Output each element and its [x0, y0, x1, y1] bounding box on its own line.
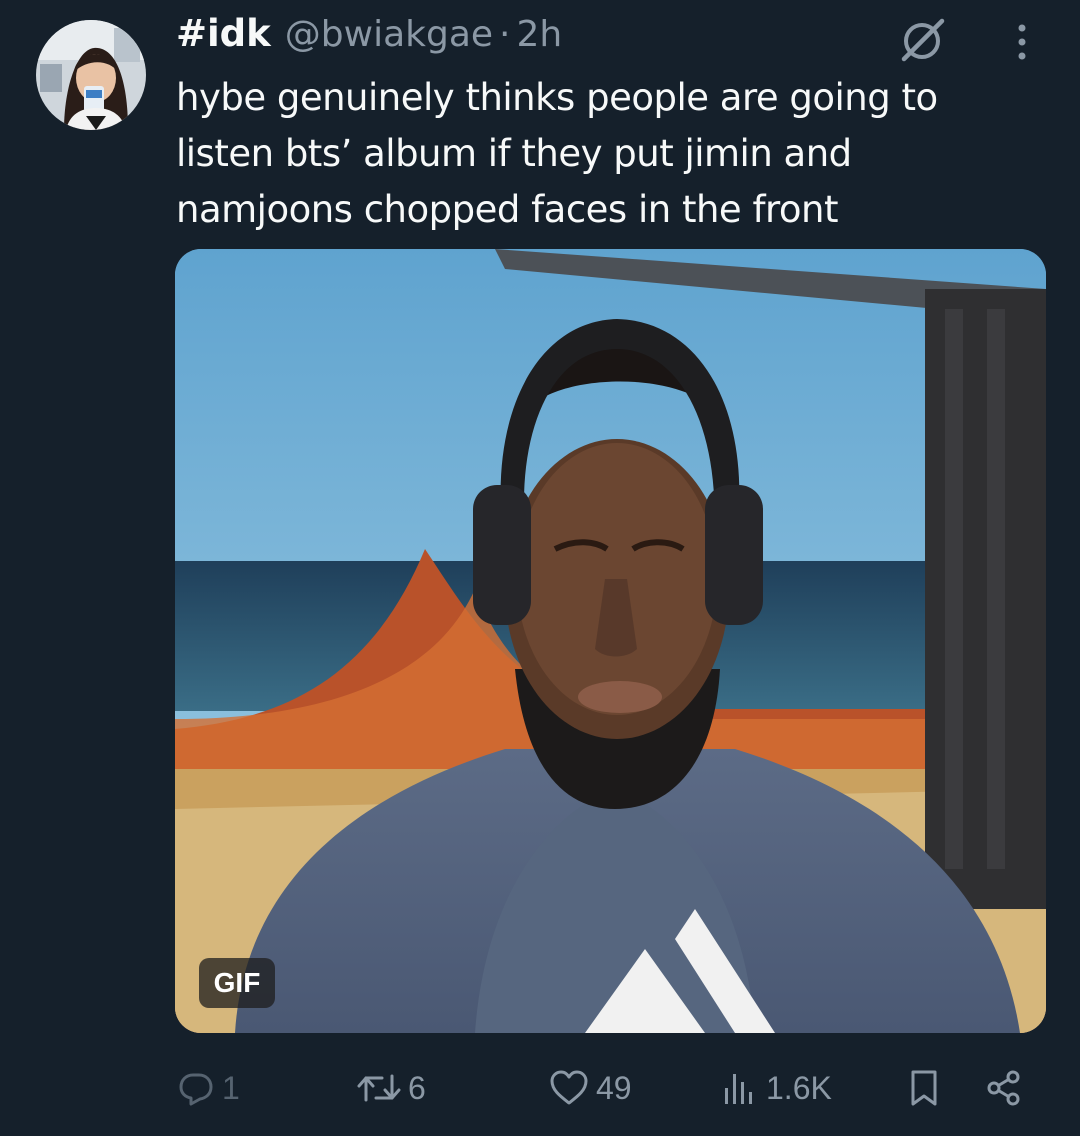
like-button[interactable]: 49	[548, 1058, 632, 1118]
tweet-header: #idk @bwiakgae · 2h	[176, 12, 562, 62]
gif-badge: GIF	[199, 958, 275, 1008]
views-button[interactable]: 1.6K	[720, 1058, 832, 1118]
bookmark-button[interactable]	[906, 1058, 942, 1118]
heart-icon	[550, 1070, 588, 1105]
display-name[interactable]: #idk	[176, 12, 271, 55]
reply-count: 1	[222, 1069, 240, 1106]
reply-icon	[179, 1073, 213, 1106]
timestamp[interactable]: 2h	[517, 14, 563, 55]
tweet[interactable]: #idk @bwiakgae · 2h hybe genuinely think…	[0, 0, 1080, 1136]
retweet-button[interactable]: 6	[356, 1058, 426, 1118]
avatar[interactable]	[36, 20, 146, 130]
grok-icon[interactable]	[896, 16, 950, 64]
share-button[interactable]	[984, 1058, 1024, 1118]
retweet-icon	[357, 1074, 401, 1102]
action-bar: 1 6 49 1.6K	[0, 1058, 1080, 1118]
gif-media[interactable]: GIF	[175, 249, 1046, 1033]
analytics-icon	[725, 1074, 752, 1104]
user-handle[interactable]: @bwiakgae	[285, 14, 493, 55]
view-count: 1.6K	[766, 1069, 832, 1106]
retweet-count: 6	[408, 1069, 426, 1106]
more-vertical-icon[interactable]	[1004, 18, 1040, 66]
tweet-text: hybe genuinely thinks people are going t…	[176, 76, 938, 231]
separator-dot: ·	[499, 14, 511, 55]
share-icon	[987, 1070, 1020, 1106]
reply-button[interactable]: 1	[176, 1058, 240, 1118]
bookmark-icon	[911, 1070, 937, 1106]
like-count: 49	[596, 1069, 632, 1106]
